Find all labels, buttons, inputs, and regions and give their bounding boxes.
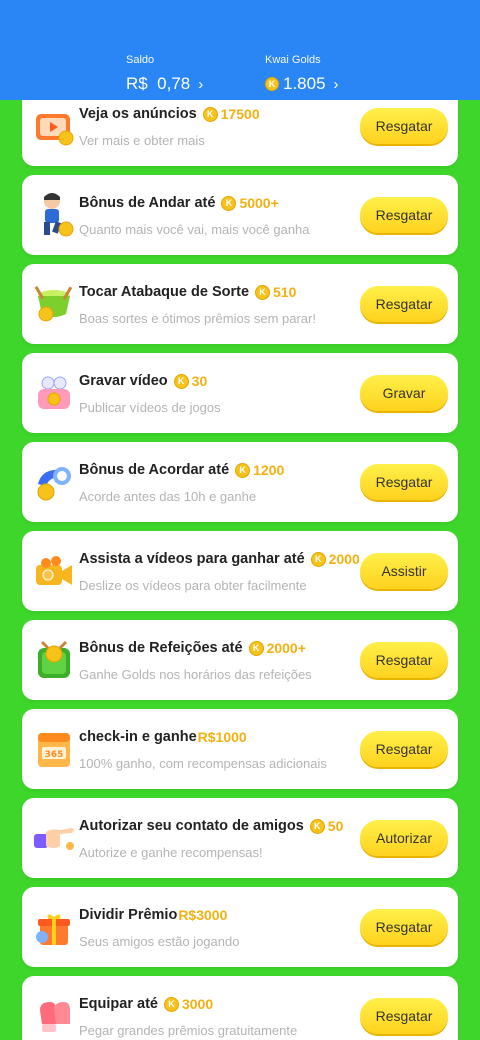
header-bar: Saldo R$ 0,78 › Kwai Golds K 1.805 › — [0, 0, 480, 100]
task-action-button[interactable]: Assistir — [360, 553, 448, 589]
reward-amount: K 2000 — [310, 551, 360, 567]
reward-amount: K 50 — [309, 818, 343, 834]
golds-label: Kwai Golds — [265, 54, 321, 66]
task-title: Dividir Prêmio R$3000 — [79, 907, 228, 923]
kwai-coin-icon: K — [163, 996, 179, 1012]
reward-amount: K 510 — [255, 284, 296, 300]
kwai-coin-icon: K — [255, 284, 271, 300]
hand-point-icon — [30, 814, 78, 862]
task-subtitle: Boas sortes e ótimos prêmios sem parar! — [79, 311, 316, 326]
task-title: Bônus de Refeições até K 2000+ — [79, 640, 306, 656]
golds-block[interactable]: Kwai Golds K 1.805 › — [265, 54, 339, 94]
reward-amount: K 17500 — [202, 106, 260, 122]
boxing-glove-icon — [30, 992, 78, 1040]
task-action-button[interactable]: Gravar — [360, 375, 448, 411]
task-title: Veja os anúncios K 17500 — [79, 106, 260, 122]
kwai-coin-icon: K — [221, 195, 237, 211]
kwai-coin-icon: K — [248, 640, 264, 656]
tv-ad-icon — [30, 102, 78, 150]
reward-amount: K 30 — [173, 373, 207, 389]
task-action-button[interactable]: Resgatar — [360, 464, 448, 500]
task-title: Bônus de Andar até K 5000+ — [79, 195, 279, 211]
task-subtitle: Ver mais e obter mais — [79, 133, 205, 148]
task-subtitle: Ganhe Golds nos horários das refeições — [79, 667, 312, 682]
walking-boy-icon — [30, 191, 78, 239]
reward-amount: K 2000+ — [248, 640, 306, 656]
task-card: 365 check-in e ganhe R$1000 100% ganho, com… — [22, 709, 458, 789]
task-subtitle: Seus amigos estão jogando — [79, 934, 240, 949]
kwai-coin-icon: K — [235, 462, 251, 478]
task-action-button[interactable]: Resgatar — [360, 108, 448, 144]
alarm-icon — [30, 458, 78, 506]
task-title: Tocar Atabaque de Sorte K 510 — [79, 284, 297, 300]
task-subtitle: Pegar grandes prêmios gratuitamente — [79, 1023, 298, 1038]
task-subtitle: Quanto mais você vai, mais você ganha — [79, 222, 310, 237]
task-subtitle: Acorde antes das 10h e ganhe — [79, 489, 257, 504]
task-card: Bônus de Andar até K 5000+ Quanto mais você… — [22, 175, 458, 255]
saldo-block[interactable]: Saldo R$ 0,78 › — [126, 54, 203, 94]
reward-amount: K 3000 — [163, 996, 213, 1012]
task-action-button[interactable]: Resgatar — [360, 197, 448, 233]
saldo-label: Saldo — [126, 54, 155, 66]
task-title: Equipar até K 3000 — [79, 996, 214, 1012]
kwai-coin-icon: K — [265, 77, 279, 91]
task-title: Assista a vídeos para ganhar até K 2000 — [79, 551, 360, 567]
task-card: Bônus de Refeições até K 2000+ Ganhe Golds … — [22, 620, 458, 700]
task-subtitle: Deslize os vídeos para obter facilmente — [79, 578, 307, 593]
task-card: Assista a vídeos para ganhar até K 2000 Des… — [22, 531, 458, 611]
task-action-button[interactable]: Resgatar — [360, 642, 448, 678]
reward-amount: R$3000 — [178, 907, 228, 923]
reward-amount: K 1200 — [235, 462, 284, 478]
calendar-icon: 365 — [30, 725, 78, 773]
camera-icon — [30, 547, 78, 595]
gift-box-icon — [30, 903, 78, 951]
task-title: Autorizar seu contato de amigos K 50 — [79, 818, 344, 834]
task-card: Gravar vídeo K 30 Publicar vídeos de jogos G… — [22, 353, 458, 433]
task-title: check-in e ganhe R$1000 — [79, 729, 247, 745]
task-subtitle: Publicar vídeos de jogos — [79, 400, 221, 415]
task-action-button[interactable]: Autorizar — [360, 820, 448, 856]
golds-value: 1.805 — [283, 74, 326, 93]
saldo-value: R$ 0,78 — [126, 74, 191, 93]
kwai-coin-icon: K — [310, 551, 326, 567]
chevron-right-icon[interactable]: › — [334, 76, 339, 93]
chevron-right-icon[interactable]: › — [198, 76, 203, 93]
task-card: Tocar Atabaque de Sorte K 510 Boas sortes e… — [22, 264, 458, 344]
task-title: Gravar vídeo K 30 — [79, 373, 208, 389]
task-action-button[interactable]: Resgatar — [360, 909, 448, 945]
meal-box-icon — [30, 636, 78, 684]
task-action-button[interactable]: Resgatar — [360, 286, 448, 322]
task-card: Equipar até K 3000 Pegar grandes prêmios gr… — [22, 976, 458, 1040]
task-subtitle: Autorize e ganhe recompensas! — [79, 845, 263, 860]
reward-amount: K 5000+ — [221, 195, 279, 211]
video-record-icon — [30, 369, 78, 417]
task-card: Autorizar seu contato de amigos K 50 Autori… — [22, 798, 458, 878]
kwai-coin-icon: K — [202, 106, 218, 122]
task-card: Dividir Prêmio R$3000 Seus amigos estão jo… — [22, 887, 458, 967]
task-subtitle: 100% ganho, com recompensas adicionais — [79, 756, 327, 771]
task-title: Bônus de Acordar até K 1200 — [79, 462, 285, 478]
svg-text:365: 365 — [45, 750, 64, 760]
kwai-coin-icon: K — [173, 373, 189, 389]
drum-icon — [30, 280, 78, 328]
task-card: Bônus de Acordar até K 1200 Acorde antes da… — [22, 442, 458, 522]
kwai-coin-icon: K — [309, 818, 325, 834]
task-action-button[interactable]: Resgatar — [360, 731, 448, 767]
reward-amount: R$1000 — [197, 729, 247, 745]
task-action-button[interactable]: Resgatar — [360, 998, 448, 1034]
